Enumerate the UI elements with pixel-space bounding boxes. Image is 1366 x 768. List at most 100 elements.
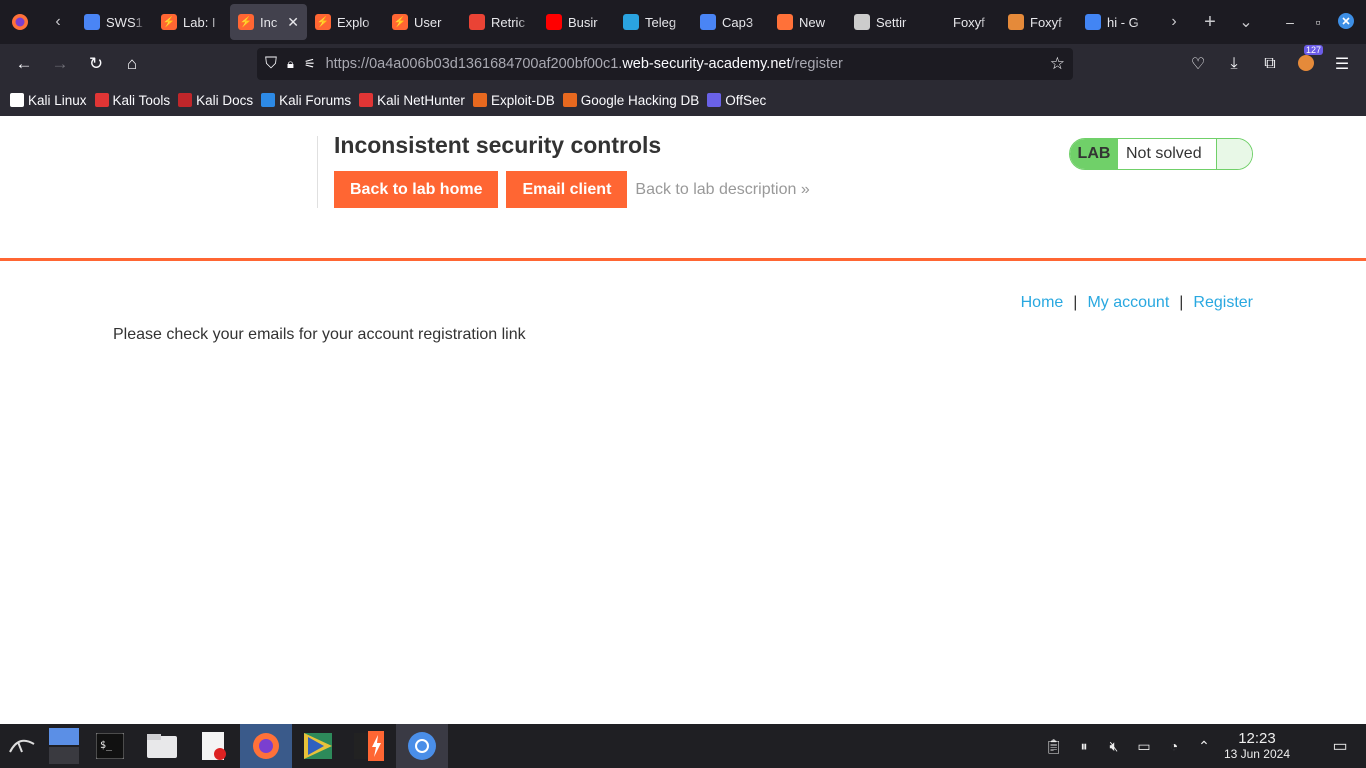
bookmark-label: Kali Tools [112,92,171,108]
tab-label: Cap3 [722,14,754,30]
url-text[interactable]: https://0a4a006b03d1361684700af200bf00c1… [326,56,843,72]
home-icon[interactable]: ⌂ [114,44,150,84]
browser-tab[interactable]: Cap3 [692,4,769,40]
my-account-link[interactable]: My account [1087,294,1169,312]
browser-tab[interactable]: ⚡ Inc ✕ [230,4,307,40]
double-chevron-right-icon: » [800,180,810,198]
bookmark-favicon-icon [707,93,722,107]
burp-suite-icon[interactable] [292,724,344,768]
firefox-view-icon[interactable] [0,0,40,44]
reload-icon[interactable]: ↻ [78,44,114,84]
bookmark-item[interactable]: Kali Linux [10,93,87,108]
show-desktop-icon[interactable]: ▭ [1330,736,1350,756]
scroll-tabs-right-icon[interactable]: › [1156,0,1192,44]
google-icon [1085,14,1101,30]
lock-icon[interactable]: 🔒︎ [287,56,294,72]
browser-tab[interactable]: Foxyf [923,4,1000,40]
browser-tab[interactable]: ⚡ Lab: I [153,4,230,40]
bookmark-item[interactable]: Kali NetHunter [359,93,465,108]
bookmark-item[interactable]: OffSec [707,93,766,108]
scroll-tabs-left-icon[interactable]: ‹ [40,0,76,44]
permissions-icon[interactable]: ⚟ [304,56,316,72]
page-content: Inconsistent security controls Back to l… [0,116,1366,724]
browser-tab[interactable]: ⚡ User [384,4,461,40]
browser-tab[interactable]: hi - G [1077,4,1154,40]
pocket-icon[interactable]: ♡ [1182,54,1214,74]
lab-badge: LAB [1070,139,1118,169]
wifi-icon[interactable]: ◔ [1164,738,1184,754]
media-pause-icon[interactable]: ⏸︎ [1074,738,1094,755]
gear-icon [854,14,870,30]
bookmark-item[interactable]: Kali Tools [94,92,171,108]
battery-icon[interactable]: ▭ [1134,738,1154,755]
bookmark-favicon-icon [562,93,577,107]
text-editor-icon[interactable] [188,724,240,768]
forward-icon[interactable]: → [42,44,78,84]
kali-menu-icon[interactable] [0,724,44,768]
back-to-lab-description-label: Back to lab description [635,180,797,198]
file-manager-icon[interactable] [136,724,188,768]
lab-status-widget: LAB Not solved [1069,138,1253,170]
extensions-icon[interactable]: ⧉ [1254,55,1286,73]
list-all-tabs-icon[interactable]: ⌄ [1228,0,1264,44]
tray-expand-icon[interactable]: ⌃ [1194,738,1214,755]
bookmark-item[interactable]: Kali Docs [178,93,253,108]
url-path: /register [790,56,843,72]
tab-label: Inc [260,14,278,30]
browser-tab[interactable]: SWS1 [76,4,153,40]
firefox-taskbar-icon[interactable] [240,724,292,768]
back-to-lab-home-button[interactable]: Back to lab home [334,171,499,208]
url-domain: web-security-academy.net [622,56,791,72]
home-link[interactable]: Home [1021,294,1064,312]
register-link[interactable]: Register [1193,294,1253,312]
new-tab-icon[interactable]: + [1192,0,1228,44]
clock[interactable]: 12:23 13 Jun 2024 [1224,731,1290,761]
bookmark-favicon-icon [10,93,24,107]
url-bar[interactable]: ⛉ 🔒︎ ⚟ https://0a4a006b03d1361684700af20… [257,48,1073,80]
bookmark-item[interactable]: Google Hacking DB [562,93,699,108]
back-icon[interactable]: ← [6,44,42,84]
header-divider [0,258,1366,261]
clipboard-icon[interactable]: 📋︎ [1044,738,1064,755]
browser-tab[interactable]: New [769,4,846,40]
burp-browser-icon[interactable] [344,724,396,768]
volume-muted-icon[interactable]: 🔇︎ [1104,738,1124,755]
maximize-icon[interactable]: ▫ [1304,14,1332,30]
bookmark-label: Kali NetHunter [377,92,465,108]
tab-label: hi - G [1107,14,1139,30]
foxyproxy-extension-icon[interactable]: 127 [1290,44,1324,77]
tracking-protection-icon[interactable]: ⛉ [265,55,277,73]
bookmark-favicon-icon [261,93,276,107]
browser-tab[interactable]: Busir [538,4,615,40]
chromium-icon[interactable] [396,724,448,768]
url-prefix: https://0a4a006b03d1361684700af200bf00c1… [325,56,623,72]
window-controls: – ▫ [1276,0,1366,44]
browser-tab[interactable]: Foxyf [1000,4,1077,40]
tab-label: SWS1 [106,14,143,30]
browser-tab[interactable]: Settir [846,4,923,40]
browser-tab[interactable]: Retric [461,4,538,40]
browser-tab[interactable]: Teleg [615,4,692,40]
tab-label: Retric [491,14,525,30]
bookmark-item[interactable]: Kali Forums [261,93,351,108]
minimize-icon[interactable]: – [1276,14,1304,30]
tab-blank-icon [931,14,947,30]
back-to-lab-description-link[interactable]: Back to lab description » [635,181,809,199]
email-client-button[interactable]: Email client [506,171,628,208]
bookmark-favicon-icon [359,93,374,107]
browser-tab[interactable]: ⚡ Explo [307,4,384,40]
tab-label: New [799,14,826,30]
docs-icon [700,14,716,30]
nav-separator: | [1179,294,1184,311]
bookmark-item[interactable]: Exploit-DB [472,93,555,108]
portswigger-icon: ⚡ [392,14,408,30]
downloads-icon[interactable]: ⤓ [1218,55,1250,73]
close-tab-icon[interactable]: ✕ [287,14,299,31]
terminal-icon[interactable]: $_ [84,724,136,768]
bookmark-star-icon[interactable]: ☆ [1050,54,1065,74]
close-window-icon[interactable] [1332,12,1360,32]
firefox-icon [777,14,793,30]
app-menu-icon[interactable]: ☰ [1326,54,1358,74]
bookmark-favicon-icon [472,93,487,107]
workspace-switcher-icon[interactable] [44,724,84,768]
